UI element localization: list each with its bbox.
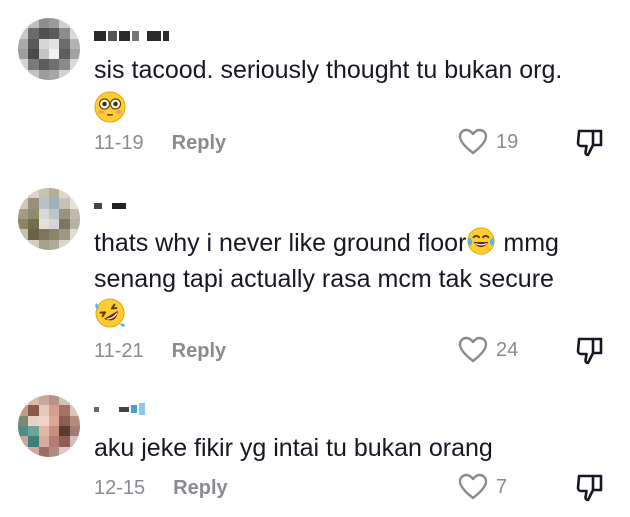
dislike-icon[interactable] — [574, 127, 606, 159]
comment-meta: 12-15 Reply — [94, 474, 228, 502]
reply-button[interactable]: Reply — [173, 477, 227, 500]
comment-meta: 11-21 Reply — [94, 337, 226, 365]
comment-item: sis tacood. seriously thought tu bukan o… — [0, 0, 630, 180]
heart-icon — [458, 473, 488, 500]
avatar[interactable] — [18, 18, 80, 80]
like-count: 24 — [496, 338, 519, 361]
like-button[interactable]: 24 — [458, 335, 518, 365]
comment-item: aku jeke fikir yg intai tu bukan orang 1… — [0, 380, 630, 517]
flushed-face-emoji — [94, 91, 126, 123]
comment-item: thats why i never like ground floor mmg … — [0, 180, 630, 380]
username-redacted[interactable] — [94, 27, 169, 45]
dislike-icon[interactable] — [574, 472, 606, 504]
like-button[interactable]: 7 — [458, 472, 507, 502]
username-redacted[interactable] — [94, 197, 126, 215]
reply-button[interactable]: Reply — [172, 340, 226, 363]
like-count: 7 — [496, 475, 508, 498]
like-button[interactable]: 19 — [458, 127, 518, 157]
avatar[interactable] — [18, 395, 80, 457]
heart-icon — [458, 128, 488, 155]
username-redacted[interactable] — [94, 400, 145, 418]
avatar[interactable] — [18, 188, 80, 250]
comment-meta: 11-19 Reply — [94, 129, 226, 157]
comment-date: 11-21 — [94, 339, 144, 362]
comment-text-part: thats why i never like ground floor — [94, 229, 467, 257]
tears-of-joy-emoji — [467, 227, 496, 255]
reply-button[interactable]: Reply — [172, 132, 226, 155]
comment-date: 11-19 — [94, 131, 144, 154]
comment-text: aku jeke fikir yg intai tu bukan orang — [94, 434, 493, 462]
comment-text: thats why i never like ground floor mmg … — [94, 225, 614, 297]
comment-text: sis tacood. seriously thought tu bukan o… — [94, 56, 563, 84]
like-count: 19 — [496, 130, 519, 153]
dislike-icon[interactable] — [574, 335, 606, 367]
heart-icon — [458, 336, 488, 363]
comment-date: 12-15 — [94, 476, 146, 499]
comments-screen: { "comments": [ { "text": "sis tacood. s… — [0, 0, 630, 517]
rolling-laughing-emoji — [95, 298, 125, 328]
